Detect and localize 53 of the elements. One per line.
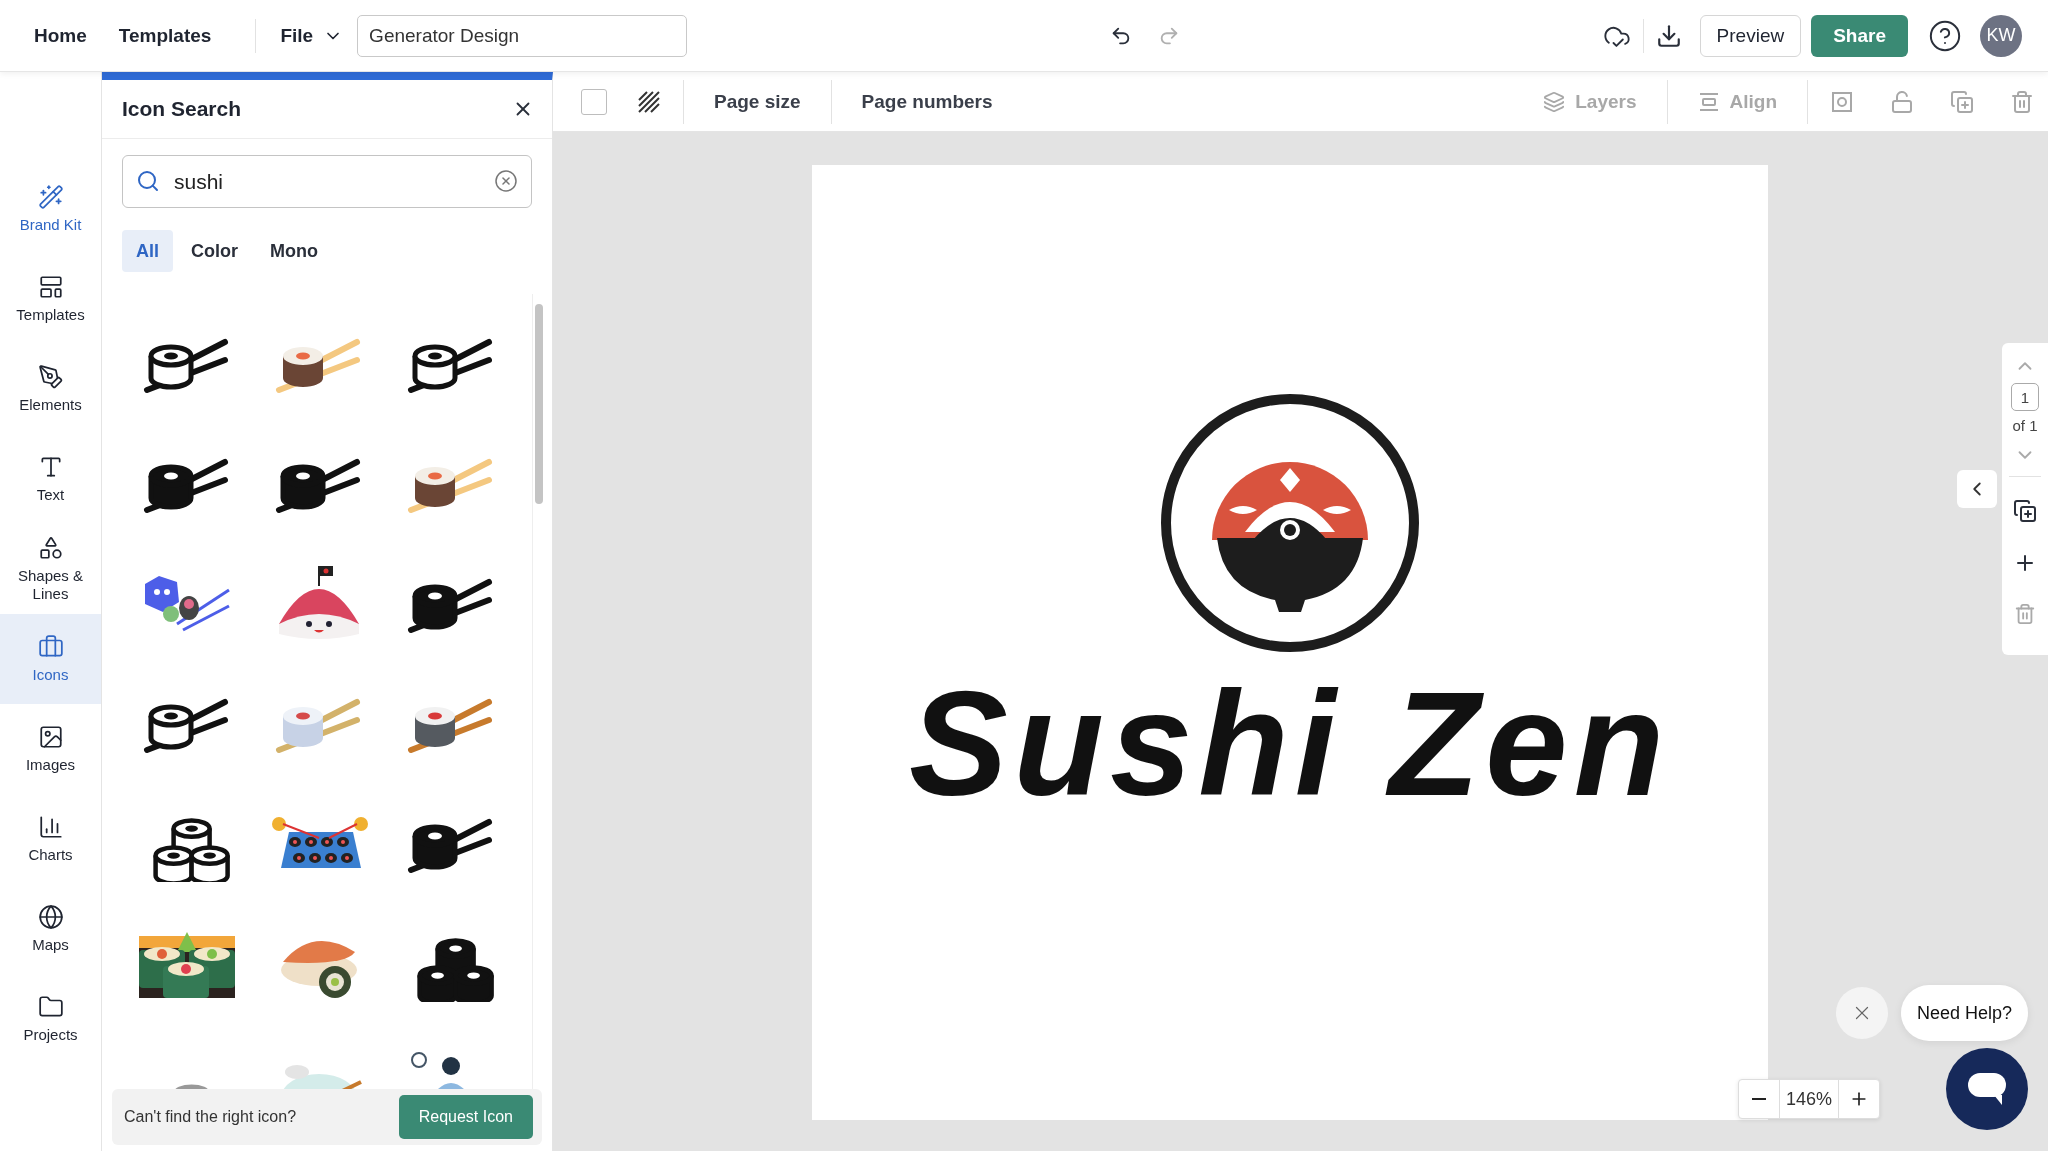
filter-tab[interactable]: Color [177,230,252,272]
page-number-field[interactable]: 1 [2011,383,2039,411]
duplicate-page-button[interactable] [2013,499,2037,523]
help-button[interactable] [1928,18,1962,53]
page-numbers-button[interactable]: Page numbers [831,90,1023,113]
request-icon-button[interactable]: Request Icon [398,1095,533,1139]
pen-tool-icon [37,364,64,390]
page-size-button[interactable]: Page size [684,90,831,113]
file-menu-button[interactable]: File [268,24,358,47]
briefcase-icon [37,634,64,660]
globe-icon [37,904,64,930]
share-button[interactable]: Share [1811,14,1908,57]
search-icon [136,169,160,193]
help-bubble[interactable]: Need Help? [1900,985,2028,1041]
template-layout-icon [37,274,64,300]
shapes-icon [37,535,64,561]
chat-bubble-icon [1966,1071,2008,1107]
sidebar-item[interactable]: Images [0,704,101,794]
sidebar-item[interactable]: Text [0,434,101,524]
folder-icon [37,994,64,1020]
sidebar-item[interactable]: Templates [0,254,101,344]
sidebar-item[interactable]: Shapes & Lines [0,524,101,614]
search-field[interactable]: sushi [122,155,532,208]
filter-tab[interactable]: Mono [256,230,332,272]
image-icon [37,724,64,750]
filter-tab[interactable]: All [122,230,173,272]
sidebar-item[interactable]: Charts [0,794,101,884]
preview-button[interactable]: Preview [1699,14,1802,57]
background-color-swatch[interactable] [581,88,607,115]
sidebar-item[interactable]: Icons [0,614,101,704]
zoom-level: 146% [1779,1080,1839,1118]
logo-text: Sushi Zen [908,664,1671,824]
download-button[interactable] [1655,22,1682,49]
sidebar-item[interactable]: Elements [0,344,101,434]
sidebar-item[interactable]: Projects [0,974,101,1064]
nav-link[interactable]: Home [34,24,87,47]
document-title-field[interactable]: Generator Design [357,14,688,57]
nav-link[interactable]: Templates [118,24,212,47]
clear-icon[interactable] [494,169,518,193]
footer-text: Can't find the right icon? [124,1108,297,1126]
panel-title: Icon Search [122,97,242,121]
collapse-button[interactable] [1957,470,1997,508]
hatch-pattern-icon[interactable] [637,89,661,114]
scrollbar[interactable] [532,294,544,1089]
minus-icon [1752,1098,1766,1100]
sidebar-item[interactable]: Maps [0,884,101,974]
magic-wand-icon [37,184,64,210]
align-icon [1697,90,1720,113]
layers-icon [1543,90,1566,113]
sidebar-item[interactable]: Brand Kit [0,164,101,254]
page-count: of 1 [2012,417,2038,434]
bar-chart-icon [37,814,64,840]
user-avatar[interactable]: KW [1980,14,2022,57]
